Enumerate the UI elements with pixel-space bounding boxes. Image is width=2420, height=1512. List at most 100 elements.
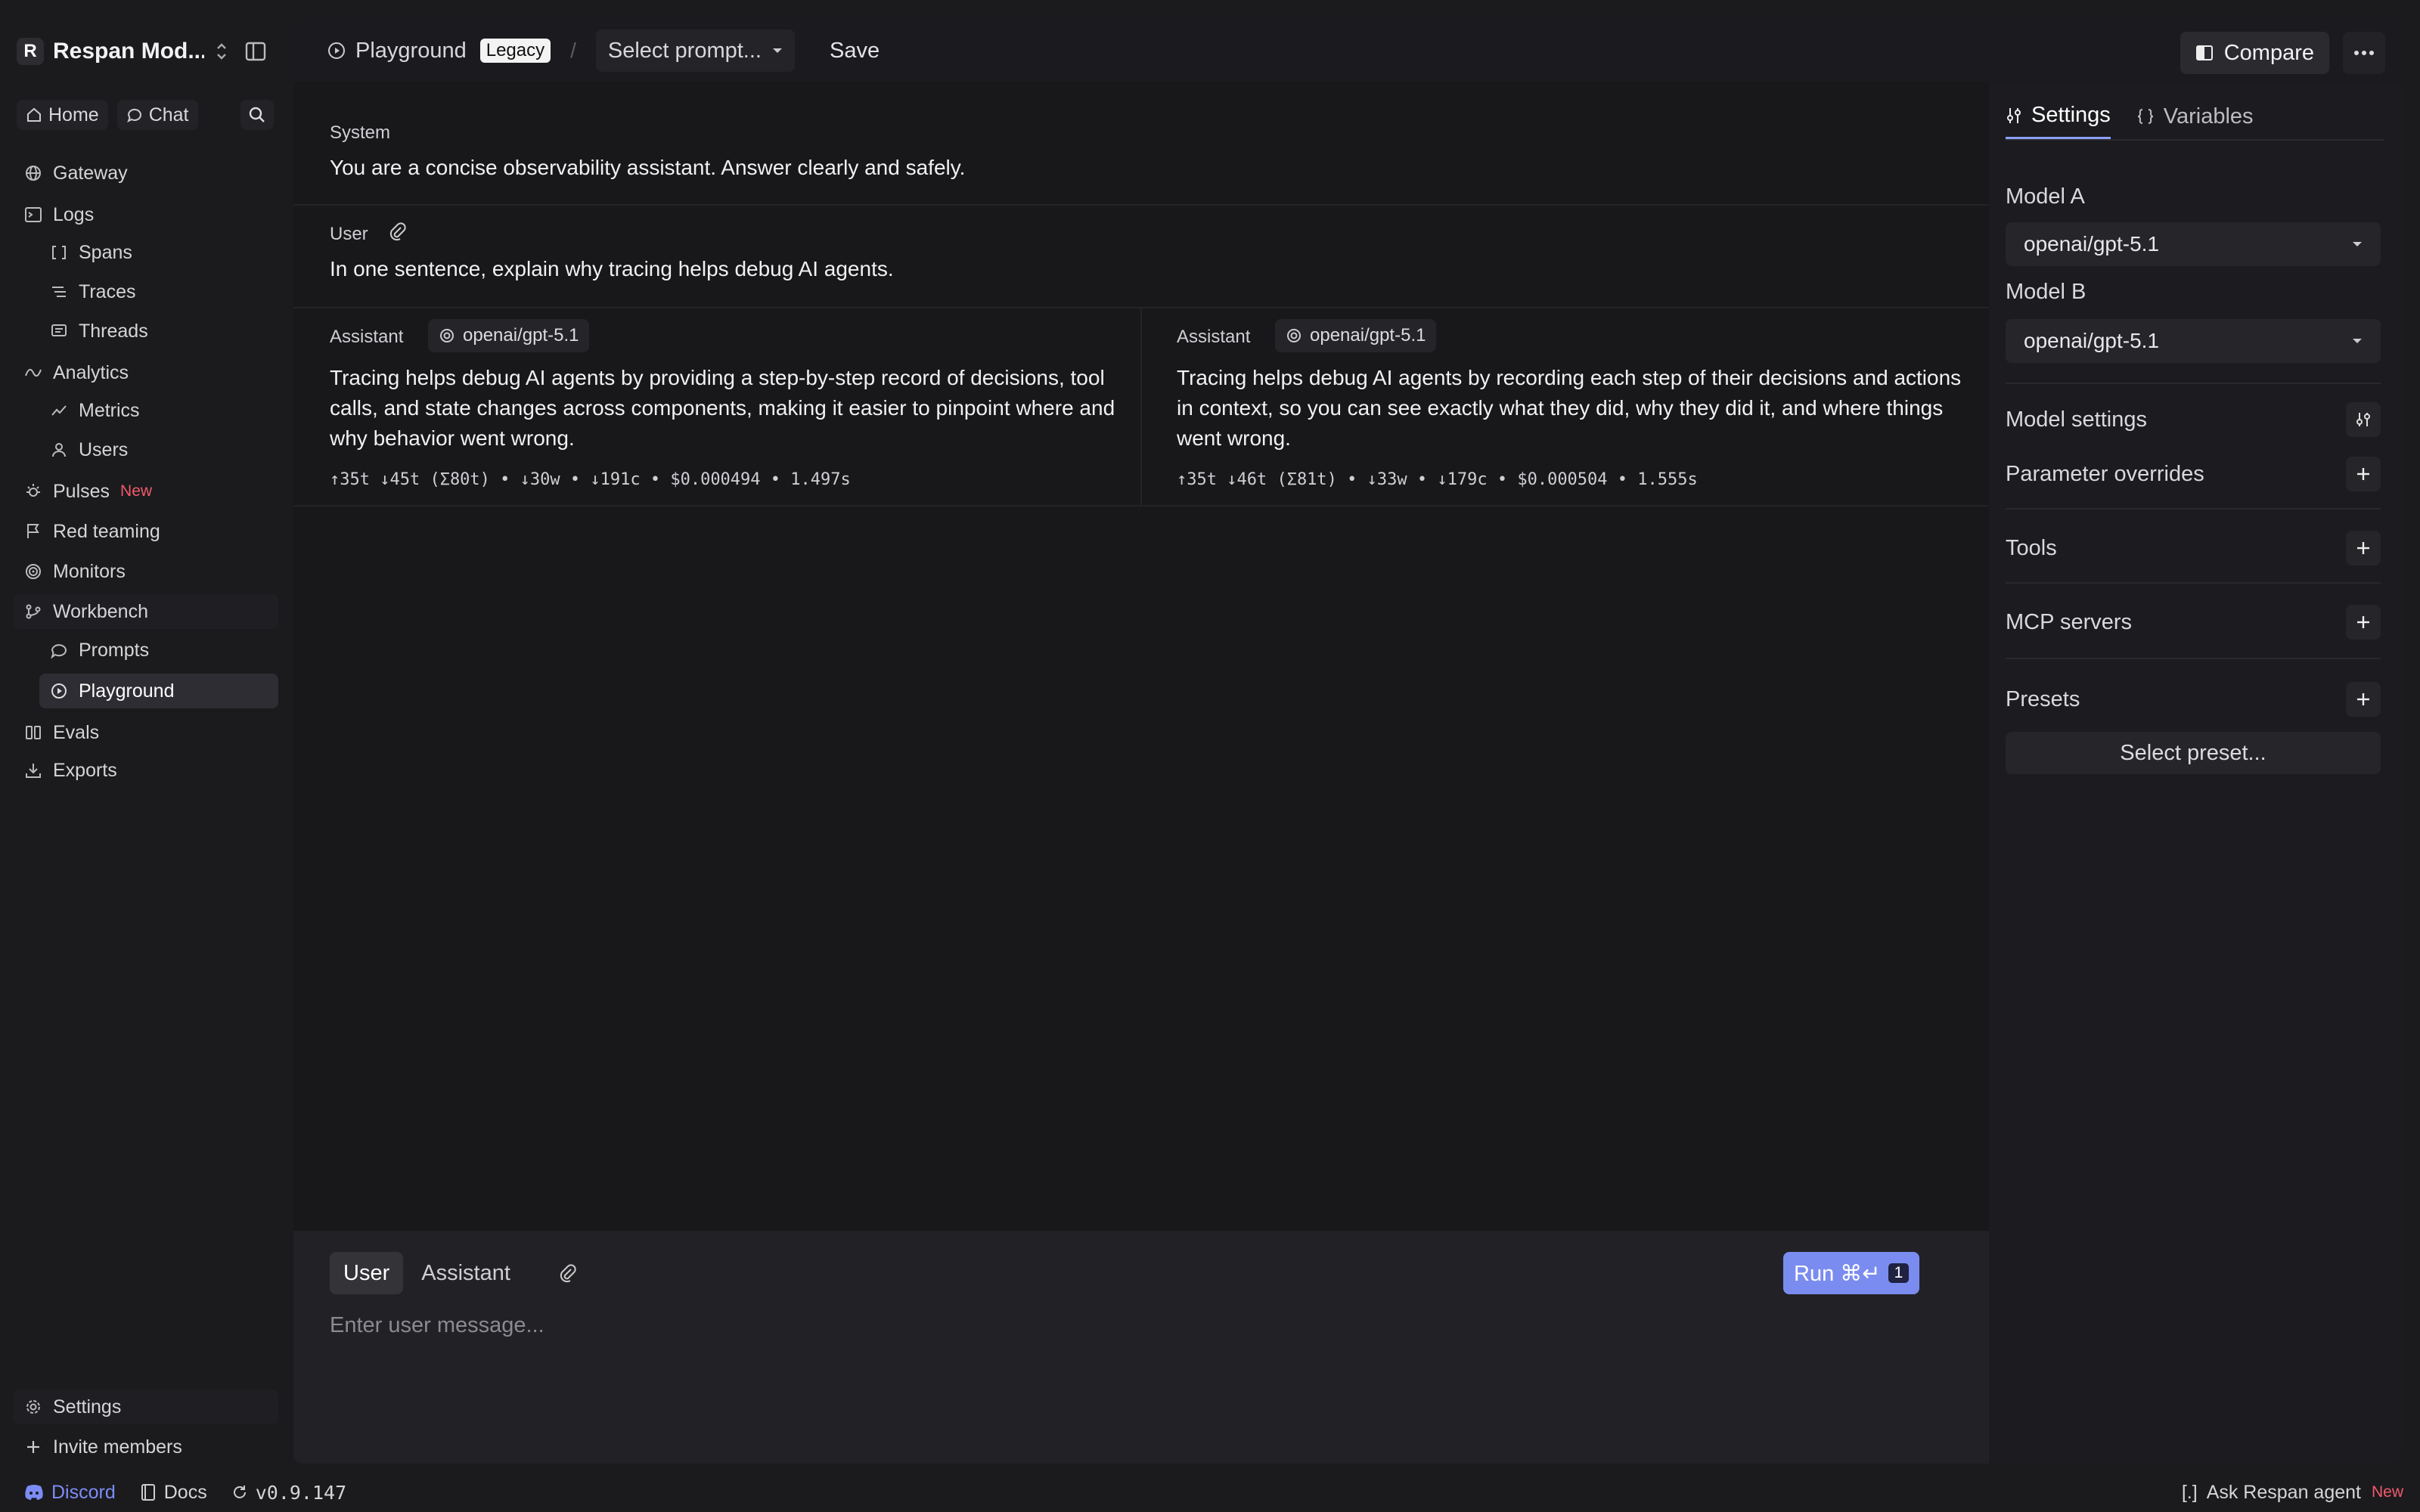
status-bar: Discord Docs v0.9.147 [.] Ask Respan age… <box>0 1473 2420 1512</box>
tab-user[interactable]: User <box>330 1252 404 1294</box>
add-preset-button[interactable] <box>2346 682 2381 717</box>
assistant-label: Assistant <box>1177 327 1251 347</box>
compare-button[interactable]: Compare <box>2180 32 2329 74</box>
sidebar-item-exports[interactable]: Exports <box>14 753 278 788</box>
chat-label: Chat <box>148 104 189 125</box>
model-settings-row: Model settings <box>2006 398 2381 442</box>
metrics-icon <box>48 400 70 421</box>
caret-down-icon <box>2352 240 2363 248</box>
sidebar: R Respan Mod... Home Chat Gateway Logs S… <box>0 0 287 1473</box>
sidebar-item-pulses[interactable]: Pulses New <box>14 474 278 509</box>
sidebar-toggle-icon[interactable] <box>239 38 272 65</box>
sidebar-item-red-teaming[interactable]: Red teaming <box>14 514 278 549</box>
threads-icon <box>48 321 70 342</box>
paperclip-icon[interactable] <box>387 221 407 242</box>
sidebar-item-spans[interactable]: Spans <box>39 235 278 270</box>
sidebar-item-label: Pulses <box>53 480 110 502</box>
sidebar-item-label: Logs <box>53 203 95 225</box>
divider <box>2006 582 2381 584</box>
paperclip-icon[interactable] <box>557 1263 577 1284</box>
sidebar-item-threads[interactable]: Threads <box>39 314 278 349</box>
sidebar-item-label: Metrics <box>79 399 140 421</box>
sidebar-item-prompts[interactable]: Prompts <box>39 633 278 668</box>
sidebar-item-settings[interactable]: Settings <box>14 1390 278 1424</box>
assistant-response[interactable]: Tracing helps debug AI agents by recordi… <box>1177 363 1978 454</box>
brackets-icon: [.] <box>2181 1481 2198 1503</box>
settings-tabs: Settings Variables <box>2006 94 2384 141</box>
compare-icon <box>2195 44 2214 62</box>
message-composer: User Assistant Run ⌘↵ 1 <box>293 1231 1989 1464</box>
sidebar-item-gateway[interactable]: Gateway <box>14 156 278 191</box>
monitor-icon <box>23 561 44 582</box>
divider <box>2006 658 2381 659</box>
model-b-select[interactable]: openai/gpt-5.1 <box>2006 319 2381 363</box>
model-settings-button[interactable] <box>2346 402 2381 437</box>
run-button[interactable]: Run ⌘↵ 1 <box>1783 1252 1920 1294</box>
prompt-select-value: Select prompt... <box>607 38 762 63</box>
more-button[interactable] <box>2343 32 2385 74</box>
assistant-label: Assistant <box>330 327 404 347</box>
docs-link[interactable]: Docs <box>140 1482 207 1504</box>
home-button[interactable]: Home <box>17 100 108 130</box>
workspace-avatar: R <box>17 38 44 65</box>
model-a-label: Model A <box>2006 184 2085 209</box>
tab-settings-label: Settings <box>2031 103 2111 127</box>
sliders-icon <box>2006 107 2022 125</box>
add-parameter-override-button[interactable] <box>2346 457 2381 491</box>
chat-icon <box>126 107 143 123</box>
message-input[interactable] <box>330 1306 1956 1344</box>
ask-agent-button[interactable]: [.] Ask Respan agent New <box>2182 1482 2403 1504</box>
invite-members-button[interactable]: Invite members <box>14 1430 278 1464</box>
run-count-badge: 1 <box>1888 1263 1910 1283</box>
sidebar-item-traces[interactable]: Traces <box>39 274 278 309</box>
parameter-overrides-row: Parameter overrides <box>2006 452 2381 496</box>
discord-label: Discord <box>51 1481 116 1503</box>
sidebar-item-label: Workbench <box>53 600 148 622</box>
top-bar: Playground Legacy / Select prompt... Sav… <box>293 20 2402 82</box>
pulse-icon <box>23 481 44 502</box>
tab-settings[interactable]: Settings <box>2006 94 2111 139</box>
sidebar-item-logs[interactable]: Logs <box>14 197 278 232</box>
tab-assistant[interactable]: Assistant <box>408 1252 524 1294</box>
sidebar-item-analytics[interactable]: Analytics <box>14 355 278 390</box>
chat-button[interactable]: Chat <box>116 100 198 130</box>
page-title: Playground <box>355 38 467 63</box>
save-button[interactable]: Save <box>830 39 880 64</box>
response-metrics: ↑35t ↓45t (Σ80t) • ↓30w • ↓191c • $0.000… <box>330 470 851 489</box>
search-button[interactable] <box>240 100 274 130</box>
sidebar-item-playground[interactable]: Playground <box>39 674 278 708</box>
download-icon <box>23 760 44 781</box>
model-b-label: Model B <box>2006 280 2086 304</box>
assistant-response[interactable]: Tracing helps debug AI agents by providi… <box>330 363 1131 454</box>
system-message[interactable]: You are a concise observability assistan… <box>330 153 1956 183</box>
divider <box>293 505 1989 507</box>
invite-label: Invite members <box>53 1436 182 1458</box>
sidebar-item-users[interactable]: Users <box>39 432 278 467</box>
tab-variables[interactable]: Variables <box>2136 94 2254 139</box>
openai-icon <box>1286 327 1302 344</box>
sidebar-item-label: Monitors <box>53 560 126 582</box>
discord-link[interactable]: Discord <box>24 1482 116 1504</box>
new-badge: New <box>2371 1483 2403 1501</box>
version-info[interactable]: v0.9.147 <box>231 1482 346 1504</box>
select-preset-button[interactable]: Select preset... <box>2006 732 2381 774</box>
model-chip: openai/gpt-5.1 <box>1275 319 1437 352</box>
sidebar-item-label: Users <box>79 438 129 460</box>
model-a-select[interactable]: openai/gpt-5.1 <box>2006 222 2381 266</box>
settings-panel: Settings Variables Model A openai/gpt-5.… <box>1989 82 2402 1464</box>
compare-label: Compare <box>2223 40 2314 65</box>
sidebar-item-monitors[interactable]: Monitors <box>14 554 278 589</box>
sidebar-item-metrics[interactable]: Metrics <box>39 393 278 428</box>
role-tabs: User Assistant <box>330 1252 577 1294</box>
breadcrumb: Playground Legacy / Select prompt... Sav… <box>327 29 880 72</box>
legacy-badge: Legacy <box>479 39 551 63</box>
columns-icon <box>23 722 44 743</box>
braces-icon <box>2136 107 2155 125</box>
ask-agent-label: Ask Respan agent <box>2206 1481 2361 1503</box>
add-mcp-server-button[interactable] <box>2346 605 2381 640</box>
sidebar-item-workbench[interactable]: Workbench <box>14 594 278 629</box>
user-message[interactable]: In one sentence, explain why tracing hel… <box>330 254 1956 284</box>
sidebar-item-evals[interactable]: Evals <box>14 715 278 750</box>
add-tool-button[interactable] <box>2346 531 2381 565</box>
prompt-select[interactable]: Select prompt... <box>595 29 795 72</box>
